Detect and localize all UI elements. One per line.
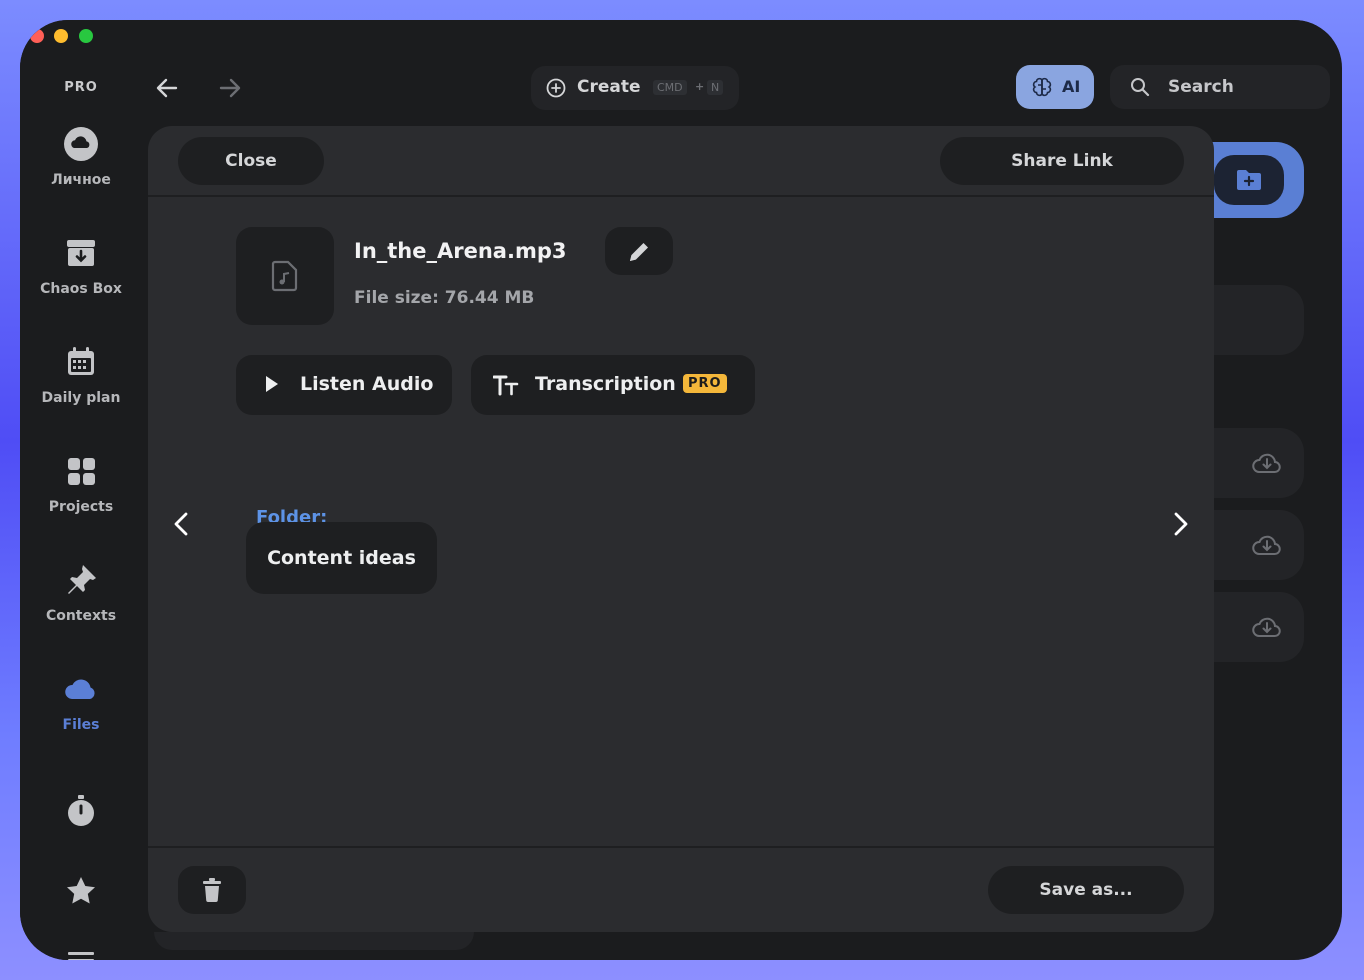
previous-file-chevron-icon[interactable]: [170, 510, 194, 538]
ai-label: AI: [1062, 77, 1081, 96]
next-file-chevron-icon[interactable]: [1168, 510, 1192, 538]
stopwatch-icon: [68, 795, 94, 826]
listen-audio-label: Listen Audio: [300, 373, 434, 395]
pro-badge[interactable]: PRO: [20, 80, 142, 95]
window-minimize-control[interactable]: [54, 29, 68, 43]
grid-icon: [68, 458, 95, 485]
calendar-icon: [68, 347, 94, 375]
sidebar-item-personal[interactable]: Личное: [20, 126, 142, 188]
listen-audio-button[interactable]: Listen Audio: [236, 355, 452, 415]
text-size-icon: [493, 375, 519, 396]
rename-button[interactable]: [605, 227, 673, 275]
create-label: Create: [577, 77, 641, 97]
cloud-download-icon[interactable]: [1251, 612, 1283, 640]
sidebar-item-contexts[interactable]: Contexts: [20, 562, 142, 624]
file-size: File size: 76.44 MB: [354, 288, 535, 308]
ai-button[interactable]: AI: [1016, 65, 1094, 109]
sidebar-item-label: Projects: [48, 499, 114, 515]
shortcut-plus: +: [695, 80, 705, 93]
sidebar-item-files[interactable]: Files: [20, 671, 142, 733]
modal-header: Close Share Link: [148, 126, 1214, 197]
sidebar-item-daily-plan[interactable]: Daily plan: [20, 344, 142, 406]
sidebar-item-projects[interactable]: Projects: [20, 453, 142, 515]
cloud-download-icon[interactable]: [1251, 530, 1283, 558]
brain-icon: [1032, 77, 1052, 97]
cloud-download-icon[interactable]: [1251, 448, 1283, 476]
sidebar-item-timer[interactable]: [20, 793, 142, 829]
shortcut-key: CMD: [653, 80, 687, 95]
shortcut-key: N: [707, 80, 724, 95]
file-name: In_the_Arena.mp3: [354, 239, 567, 263]
sidebar: PRO Личное Chaos Box Daily plan Projects…: [20, 53, 142, 960]
inbox-download-icon: [67, 240, 95, 266]
search-button[interactable]: Search: [1110, 65, 1330, 109]
audio-file-icon: [271, 260, 298, 292]
trash-icon: [203, 878, 221, 902]
search-label: Search: [1168, 77, 1234, 97]
back-arrow-icon[interactable]: [154, 75, 180, 101]
sidebar-item-label: Chaos Box: [40, 281, 122, 297]
pencil-icon: [630, 243, 648, 261]
sidebar-item-menu[interactable]: [20, 943, 142, 960]
background-card: [154, 932, 474, 950]
delete-button[interactable]: [178, 866, 246, 914]
app-window: PRO Личное Chaos Box Daily plan Projects…: [20, 20, 1342, 960]
play-icon: [266, 376, 278, 392]
sidebar-item-label: Files: [62, 717, 100, 733]
share-link-button[interactable]: Share Link: [940, 137, 1184, 185]
sidebar-item-label: Contexts: [45, 608, 117, 624]
window-close-control[interactable]: [30, 29, 44, 43]
modal-footer: Save as...: [148, 846, 1214, 932]
transcription-label: Transcription: [535, 373, 676, 395]
cloud-circle-icon: [64, 127, 98, 161]
sidebar-item-favorites[interactable]: [20, 873, 142, 909]
sidebar-item-label: Личное: [51, 172, 111, 188]
forward-arrow-icon[interactable]: [217, 75, 243, 101]
save-as-button[interactable]: Save as...: [988, 866, 1184, 914]
pro-badge: PRO: [683, 374, 727, 393]
title-bar: [20, 20, 1342, 53]
transcription-button[interactable]: Transcription PRO: [471, 355, 755, 415]
file-details-modal: Close Share Link In_the_Arena.mp3 File s…: [148, 126, 1214, 932]
file-thumbnail: [236, 227, 334, 325]
sidebar-item-chaos-box[interactable]: Chaos Box: [20, 235, 142, 297]
search-icon: [1131, 78, 1150, 97]
folder-plus-icon: [1237, 170, 1261, 190]
close-button[interactable]: Close: [178, 137, 324, 185]
sidebar-item-label: Daily plan: [41, 390, 121, 406]
star-icon: [67, 877, 95, 904]
new-folder-button-inner: [1214, 155, 1284, 205]
cloud-icon: [65, 679, 95, 699]
menu-icon: [68, 952, 94, 960]
window-zoom-control[interactable]: [79, 29, 93, 43]
folder-chip[interactable]: Content ideas: [246, 522, 437, 594]
plus-circle-icon: [546, 78, 566, 98]
pin-icon: [68, 565, 96, 594]
create-button[interactable]: Create CMD + N: [531, 66, 739, 110]
